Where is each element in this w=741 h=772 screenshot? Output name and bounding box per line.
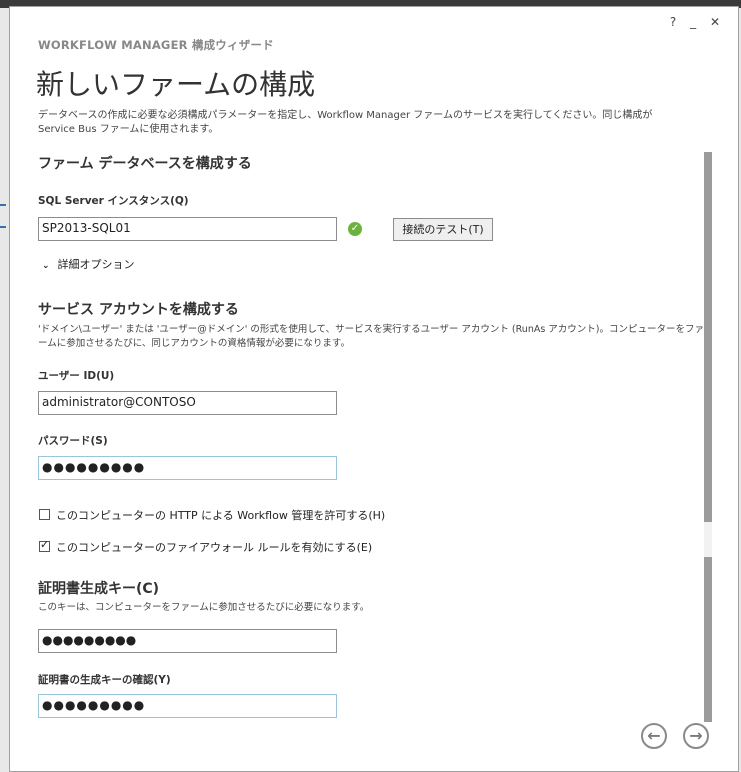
sql-server-input[interactable]: SP2013-SQL01	[38, 217, 337, 241]
cert-key-input[interactable]: ●●●●●●●●●	[38, 629, 337, 653]
http-management-option[interactable]: このコンピューターの HTTP による Workflow 管理を許可する(H)	[39, 507, 385, 523]
wizard-dialog: ? _ ✕ WORKFLOW MANAGER 構成ウィザード 新しいファームの構…	[9, 6, 739, 772]
next-arrow-icon[interactable]: →	[683, 723, 709, 749]
background-marker	[0, 226, 6, 228]
cert-key-confirm-input[interactable]: ●●●●●●●●●	[38, 694, 337, 718]
cert-section-heading: 証明書生成キー(C)	[38, 581, 160, 597]
cert-hint: このキーは、コンピューターをファームに参加させるたびに必要になります。	[38, 602, 370, 613]
db-section-heading: ファーム データベースを構成する	[38, 156, 252, 172]
page-description: データベースの作成に必要な必須構成パラメーターを指定し、Workflow Man…	[38, 110, 653, 135]
advanced-options-toggle[interactable]: ⌄ 詳細オプション	[42, 256, 135, 272]
check-circle-icon: ✓	[348, 222, 362, 236]
test-connection-button[interactable]: 接続のテスト(T)	[393, 218, 493, 241]
help-icon[interactable]: ?	[670, 15, 680, 29]
password-input[interactable]: ●●●●●●●●●	[38, 456, 337, 480]
back-arrow-icon[interactable]: ←	[641, 723, 667, 749]
account-hint: 'ドメイン\ユーザー' または 'ユーザー@ドメイン' の形式を使用して、サービ…	[38, 324, 705, 349]
advanced-options-label: 詳細オプション	[57, 258, 135, 271]
minimize-icon[interactable]: _	[690, 15, 700, 29]
chevron-down-icon: ⌄	[42, 261, 50, 271]
http-management-checkbox[interactable]	[39, 509, 50, 520]
window-controls: ? _ ✕	[668, 15, 724, 29]
firewall-checkbox[interactable]	[39, 538, 50, 552]
scrollbar-thumb-lower[interactable]	[704, 557, 712, 722]
http-management-label: このコンピューターの HTTP による Workflow 管理を許可する(H)	[56, 509, 386, 522]
account-section-heading: サービス アカウントを構成する	[38, 302, 239, 318]
wizard-label: WORKFLOW MANAGER 構成ウィザード	[38, 38, 274, 52]
background-marker	[0, 204, 6, 206]
firewall-label: このコンピューターのファイアウォール ルールを有効にする(E)	[56, 541, 373, 554]
cert-key-confirm-label: 証明書の生成キーの確認(Y)	[38, 674, 171, 686]
sql-server-label: SQL Server インスタンス(Q)	[38, 195, 189, 207]
page-title: 新しいファームの構成	[36, 68, 316, 101]
user-id-input[interactable]: administrator@CONTOSO	[38, 391, 337, 415]
user-id-label: ユーザー ID(U)	[38, 370, 115, 382]
close-icon[interactable]: ✕	[710, 15, 724, 29]
firewall-option[interactable]: このコンピューターのファイアウォール ルールを有効にする(E)	[39, 538, 373, 555]
password-label: パスワード(S)	[38, 435, 108, 447]
